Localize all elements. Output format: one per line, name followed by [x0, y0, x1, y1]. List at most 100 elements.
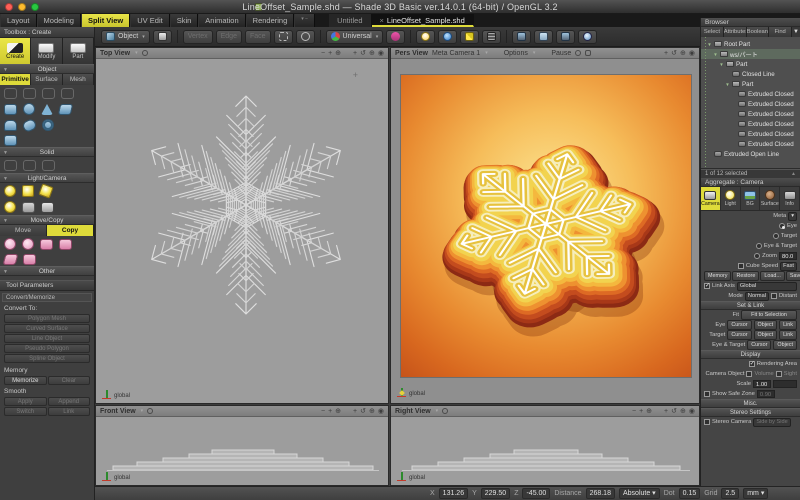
other-section-header[interactable]: ▼Other — [0, 266, 94, 276]
cube-speed-dropdown[interactable]: Fast — [780, 262, 797, 271]
zoom-out-button[interactable]: − — [321, 408, 325, 415]
memory-button[interactable]: Memory — [704, 271, 731, 281]
render-preview-button[interactable] — [578, 30, 597, 44]
zoom-value-input[interactable]: 80.0 — [779, 252, 797, 260]
coordinate-mode-dropdown[interactable]: Absolute ▾ — [619, 488, 660, 499]
camera-eye-icon[interactable]: ◉ — [378, 49, 384, 57]
rounded-box-primitive-icon[interactable] — [4, 135, 17, 146]
tab-surface[interactable]: Surface — [31, 74, 62, 85]
workspace-tab-skin[interactable]: Skin — [170, 14, 199, 27]
target-cursor-button[interactable]: Cursor — [727, 330, 751, 340]
target-link-button[interactable]: Link — [779, 330, 797, 340]
zoom-tool-icon[interactable]: ⊕ — [369, 407, 375, 415]
browser-tab-find[interactable]: Find — [769, 27, 792, 37]
orbit-icon[interactable]: ↺ — [360, 49, 366, 57]
solid-subtract-icon[interactable] — [23, 160, 36, 171]
restore-button[interactable]: Restore — [732, 271, 759, 281]
tree-row[interactable]: Extruded Closed — [701, 139, 800, 149]
zoom-tool-icon[interactable]: ⊕ — [680, 49, 686, 57]
zoom-tool-icon[interactable]: ⊕ — [680, 407, 686, 415]
tree-row[interactable]: Closed Line — [701, 69, 800, 79]
face-mode-button[interactable]: Face — [245, 30, 271, 44]
tree-row[interactable]: ▼Part — [701, 79, 800, 89]
target-object-button[interactable]: Object — [754, 330, 778, 340]
zoom-in-button[interactable]: + — [328, 408, 332, 415]
point-tool-icon[interactable] — [4, 88, 17, 99]
aggregate-tab-camera[interactable]: Camera — [701, 187, 721, 210]
load-button[interactable]: Load... — [760, 271, 785, 281]
meta-dropdown[interactable]: ▾ — [788, 212, 797, 221]
convert-curved-surface-button[interactable]: Curved Surface — [4, 324, 90, 333]
toolbox-tab-modify[interactable]: Modify — [31, 38, 62, 64]
light-camera-section-header[interactable]: ▼Light/Camera — [0, 173, 94, 183]
eye-target-cursor-button[interactable]: Cursor — [747, 340, 771, 350]
copy-shear-icon[interactable] — [3, 254, 19, 265]
eye-target-radio[interactable] — [756, 243, 762, 249]
unit-dropdown[interactable]: mm ▾ — [743, 488, 768, 499]
smooth-append-button[interactable]: Append — [48, 397, 91, 406]
magnifier-icon[interactable]: ⊕ — [335, 407, 341, 415]
filter-icon[interactable]: ▼ — [792, 27, 800, 37]
pers-viewport[interactable]: Pers View Meta Camera 1 ▾ Options ▾ Paus… — [390, 47, 700, 404]
convert-line-object-button[interactable]: Line Object — [4, 334, 90, 343]
gear-icon[interactable] — [442, 408, 448, 414]
safe-zone-checkbox[interactable] — [704, 391, 710, 397]
save-button[interactable]: Save... — [786, 271, 800, 281]
solid-union-icon[interactable] — [4, 160, 17, 171]
aggregate-tab-surface[interactable]: Surface — [760, 187, 780, 210]
smooth-link-button[interactable]: Link — [48, 407, 91, 416]
camera-object-icon[interactable] — [41, 202, 54, 213]
browser-tab-select[interactable]: Select — [701, 27, 724, 37]
link-axis-dropdown[interactable]: Global — [737, 282, 797, 291]
distant-checkbox[interactable] — [771, 293, 777, 299]
spot-light-icon[interactable] — [22, 185, 34, 197]
front-viewport[interactable]: Front View ▾ − + ⊕ + ↺ ⊕ ◉ global — [95, 405, 389, 486]
document-tab-lineoffset[interactable]: ×LineOffset_Sample.shd — [372, 14, 474, 27]
circle-tool-icon[interactable] — [61, 88, 74, 99]
mode-dropdown[interactable]: Normal — [745, 292, 769, 301]
fit-to-selection-button[interactable]: Fit to Selection — [741, 310, 797, 320]
display-wireframe-button[interactable] — [512, 30, 531, 44]
convert-pseudo-polygon-button[interactable]: Pseudo Polygon — [4, 344, 90, 353]
rect-tool-icon[interactable] — [42, 88, 55, 99]
copy-translate-icon[interactable] — [4, 238, 16, 250]
top-viewport[interactable]: Top View ▾ − + ⊕ + ↺ ⊕ ◉ — [95, 47, 389, 404]
orbit-icon[interactable]: ↺ — [671, 407, 677, 415]
toolbox-tab-part[interactable]: Part — [63, 38, 94, 64]
capsule-primitive-icon[interactable] — [21, 117, 37, 132]
tree-row[interactable]: ▼ws/パート — [701, 49, 800, 59]
pin-icon[interactable]: ▲ — [791, 170, 796, 179]
cube-speed-checkbox[interactable] — [738, 263, 744, 269]
link-axis-checkbox[interactable] — [704, 283, 710, 289]
browser-view-button[interactable] — [438, 30, 457, 44]
toolbox-tab-create[interactable]: Create — [0, 38, 31, 64]
tree-row[interactable]: Extruded Closed — [701, 109, 800, 119]
selection-tool-button[interactable] — [274, 30, 293, 44]
gear-icon[interactable] — [147, 408, 153, 414]
workspace-tab-uv-edit[interactable]: UV Edit — [130, 14, 169, 27]
move-copy-section-header[interactable]: ▼Move/Copy — [0, 215, 94, 225]
aggregate-tab-info[interactable]: Info — [780, 187, 800, 210]
workspace-tab-rendering[interactable]: Rendering — [246, 14, 295, 27]
tab-copy[interactable]: Copy — [47, 225, 94, 236]
safe-zone-input[interactable]: 0.90 — [757, 390, 775, 398]
tree-row[interactable]: Extruded Open Line — [701, 149, 800, 159]
orbit-icon[interactable]: ↺ — [671, 49, 677, 57]
pan-icon[interactable]: + — [353, 50, 357, 57]
rendering-area-checkbox[interactable] — [749, 361, 755, 367]
stereo-mode-dropdown[interactable]: Side by Side — [753, 418, 790, 427]
comment-icon[interactable] — [585, 50, 591, 56]
stereo-camera-checkbox[interactable] — [704, 419, 710, 425]
smooth-switch-button[interactable]: Switch — [4, 407, 47, 416]
point-light-icon[interactable] — [4, 185, 16, 197]
copy-mirror-icon[interactable] — [59, 239, 72, 250]
zoom-in-button[interactable]: + — [328, 50, 332, 57]
memorize-button[interactable]: Memorize — [4, 376, 47, 385]
right-view-label[interactable]: Right View — [395, 408, 431, 415]
edge-mode-button[interactable]: Edge — [216, 30, 242, 44]
pan-icon[interactable]: + — [664, 50, 668, 57]
copy-rotate-icon[interactable] — [22, 238, 34, 250]
zoom-out-button[interactable]: − — [632, 408, 636, 415]
orbit-icon[interactable]: ↺ — [360, 407, 366, 415]
pan-icon[interactable]: + — [353, 408, 357, 415]
